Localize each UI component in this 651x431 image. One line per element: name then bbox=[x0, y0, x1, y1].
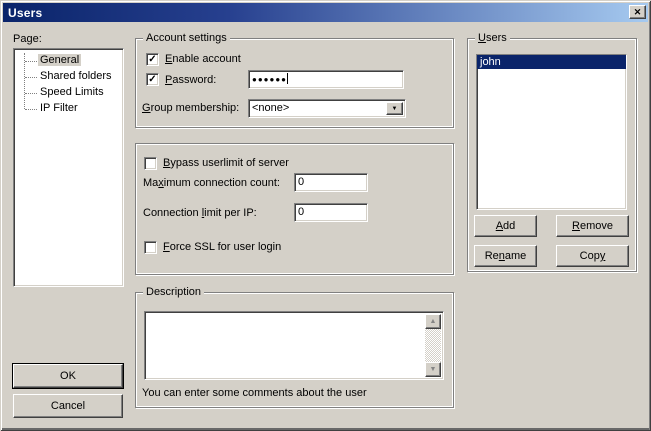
bypass-userlimit-checkbox[interactable] bbox=[144, 157, 157, 170]
description-value bbox=[145, 312, 151, 316]
user-list-item[interactable]: john bbox=[477, 55, 626, 69]
add-user-label: Add bbox=[496, 220, 516, 232]
connection-limit-per-ip-input[interactable]: 0 bbox=[294, 203, 368, 222]
tree-branch-icon bbox=[25, 61, 37, 62]
tree-item-ip-filter[interactable]: IP Filter bbox=[14, 101, 123, 117]
page-label: Page: bbox=[13, 33, 42, 45]
users-group: Users john Add Remove Rename Copy bbox=[467, 38, 637, 272]
close-icon[interactable]: ✕ bbox=[629, 5, 646, 19]
description-group: Description ▲ ▼ You can enter some comme… bbox=[135, 292, 454, 408]
tree-item-general[interactable]: General bbox=[14, 53, 123, 69]
checkmark-icon: ✓ bbox=[148, 74, 156, 85]
tree-branch-icon bbox=[25, 109, 37, 110]
title-bar[interactable]: Users ✕ bbox=[3, 3, 648, 22]
tree-item-speed-limits[interactable]: Speed Limits bbox=[14, 85, 123, 101]
scroll-up-icon[interactable]: ▲ bbox=[425, 314, 441, 329]
force-ssl-checkbox[interactable] bbox=[144, 241, 157, 254]
checkmark-icon: ✓ bbox=[148, 54, 156, 65]
cancel-button[interactable]: Cancel bbox=[13, 394, 123, 418]
max-connection-count-label: Maximum connection count: bbox=[143, 177, 280, 189]
rename-user-button[interactable]: Rename bbox=[474, 245, 537, 267]
add-user-button[interactable]: Add bbox=[474, 215, 537, 237]
account-settings-group: Account settings ✓ Enable account ✓ Pass… bbox=[135, 38, 454, 128]
vertical-scrollbar[interactable]: ▲ ▼ bbox=[425, 314, 441, 377]
tree-item-label[interactable]: Shared folders bbox=[38, 70, 114, 82]
max-connection-count-input[interactable]: 0 bbox=[294, 173, 368, 192]
password-checkbox[interactable]: ✓ bbox=[146, 73, 159, 86]
tree-item-label[interactable]: Speed Limits bbox=[38, 86, 106, 98]
tree-branch-icon bbox=[25, 93, 37, 94]
cancel-label: Cancel bbox=[51, 400, 85, 412]
page-tree: General Shared folders Speed Limits IP F… bbox=[13, 48, 124, 287]
description-textarea[interactable]: ▲ ▼ bbox=[144, 311, 444, 380]
text-caret bbox=[287, 73, 288, 84]
enable-account-label: Enable account bbox=[165, 53, 241, 65]
tree-item-label[interactable]: General bbox=[38, 54, 81, 66]
bypass-userlimit-label: Bypass userlimit of server bbox=[163, 157, 289, 169]
group-membership-dropdown[interactable]: <none> ▼ bbox=[248, 99, 406, 118]
group-membership-label: Group membership: bbox=[142, 102, 239, 114]
description-title: Description bbox=[143, 286, 204, 298]
window-title: Users bbox=[3, 6, 42, 20]
ok-label: OK bbox=[60, 370, 76, 382]
tree-item-label[interactable]: IP Filter bbox=[38, 102, 80, 114]
users-group-title: Users bbox=[475, 32, 510, 44]
copy-user-button[interactable]: Copy bbox=[556, 245, 629, 267]
password-masked-value: ●●●●●● bbox=[252, 75, 287, 84]
rename-user-label: Rename bbox=[485, 250, 527, 262]
remove-user-button[interactable]: Remove bbox=[556, 215, 629, 237]
force-ssl-label: Force SSL for user login bbox=[163, 241, 281, 253]
password-label: Password: bbox=[165, 74, 216, 86]
dropdown-arrow-icon[interactable]: ▼ bbox=[386, 102, 403, 115]
scroll-down-icon[interactable]: ▼ bbox=[425, 362, 441, 377]
copy-user-label: Copy bbox=[580, 250, 606, 262]
tree-branch-icon bbox=[25, 77, 37, 78]
remove-user-label: Remove bbox=[572, 220, 613, 232]
description-hint: You can enter some comments about the us… bbox=[142, 387, 367, 399]
connection-limit-per-ip-label: Connection limit per IP: bbox=[143, 207, 257, 219]
connection-limits-group: Bypass userlimit of server Maximum conne… bbox=[135, 143, 454, 275]
tree-item-shared-folders[interactable]: Shared folders bbox=[14, 69, 123, 85]
enable-account-checkbox[interactable]: ✓ bbox=[146, 53, 159, 66]
dropdown-selected-value: <none> bbox=[252, 102, 289, 114]
account-settings-title: Account settings bbox=[143, 32, 230, 44]
users-listbox[interactable]: john bbox=[476, 54, 627, 210]
ok-button[interactable]: OK bbox=[13, 364, 123, 388]
password-input[interactable]: ●●●●●● bbox=[248, 70, 404, 89]
users-dialog: Users ✕ Page: General Shared folders Spe… bbox=[0, 0, 651, 431]
